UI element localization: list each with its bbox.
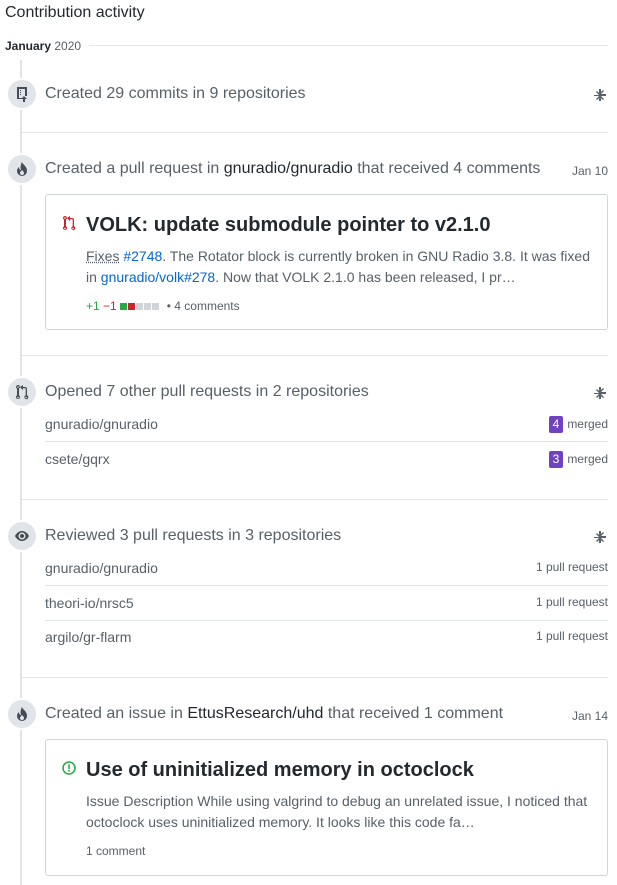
month-label: January 2020 <box>5 39 90 53</box>
merged-status: 3 merged <box>548 451 608 468</box>
flame-badge <box>6 698 38 730</box>
list-item: gnuradio/gnuradio 4 merged <box>45 407 608 442</box>
flame-icon <box>17 162 27 176</box>
pr-created-date: Jan 10 <box>571 164 608 178</box>
list-item: csete/gqrx 3 merged <box>45 442 608 476</box>
comments-count: 4 comments <box>174 299 240 313</box>
volk-reference-link[interactable]: gnuradio/volk#278 <box>101 269 215 285</box>
additions-count: +1 <box>86 299 100 313</box>
deletions-count: −1 <box>103 299 117 313</box>
repo-link[interactable]: csete/gqrx <box>45 451 110 467</box>
repo-push-badge <box>6 78 38 110</box>
section-divider <box>20 132 608 133</box>
review-count: 1 pull request <box>535 560 608 574</box>
fold-icon[interactable] <box>592 530 608 546</box>
git-pull-request-icon <box>16 385 29 400</box>
issue-date: Jan 14 <box>571 709 608 723</box>
issue-body: Issue Description While using valgrind t… <box>86 793 588 830</box>
commits-summary[interactable]: Created 29 commits in 9 repositories <box>45 85 306 103</box>
pr-created-repo-link[interactable]: gnuradio/gnuradio <box>224 160 353 177</box>
issue-opened-icon <box>62 761 76 775</box>
pull-request-badge <box>6 376 38 408</box>
pr-created-prefix: Created a pull request in <box>45 160 220 177</box>
month-name: January <box>5 39 52 53</box>
pull-request-card: VOLK: update submodule pointer to v2.1.0… <box>45 194 608 330</box>
issue-prefix: Created an issue in <box>45 705 183 722</box>
repo-link[interactable]: theori-io/nrsc5 <box>45 595 134 611</box>
merged-count: 4 <box>548 416 564 433</box>
merged-status: 4 merged <box>548 416 608 433</box>
pr-created-suffix: that received 4 comments <box>357 160 541 177</box>
flame-badge <box>6 153 38 185</box>
list-item: gnuradio/gnuradio 1 pull request <box>45 551 608 586</box>
issue-comments-count: 1 comment <box>86 844 146 858</box>
merged-count: 3 <box>548 451 564 468</box>
reviewed-summary[interactable]: Reviewed 3 pull requests in 3 repositori… <box>45 527 341 545</box>
repo-link[interactable]: argilo/gr-flarm <box>45 629 131 645</box>
review-count: 1 pull request <box>535 629 608 643</box>
eye-icon <box>15 531 29 541</box>
issue-repo-link[interactable]: EttusResearch/uhd <box>187 705 323 722</box>
pull-request-title[interactable]: VOLK: update submodule pointer to v2.1.0 <box>86 214 490 237</box>
month-year: 2020 <box>54 39 82 53</box>
section-divider <box>20 677 608 678</box>
list-item: argilo/gr-flarm 1 pull request <box>45 620 608 654</box>
body-text-continued: . Now that VOLK 2.1.0 has been released,… <box>215 269 516 285</box>
issue-card: Use of uninitialized memory in octoclock… <box>45 739 608 876</box>
repo-push-icon <box>17 87 27 102</box>
pr-opened-summary[interactable]: Opened 7 other pull requests in 2 reposi… <box>45 383 369 401</box>
repo-link[interactable]: gnuradio/gnuradio <box>45 560 158 576</box>
git-pull-request-icon <box>63 216 76 231</box>
contribution-activity-heading: Contribution activity <box>5 4 145 21</box>
merged-label: merged <box>567 417 608 431</box>
merged-label: merged <box>567 452 608 466</box>
list-item: theori-io/nrsc5 1 pull request <box>45 586 608 621</box>
pr-created-summary: Created a pull request in gnuradio/gnura… <box>45 160 540 178</box>
month-divider <box>5 45 608 46</box>
repo-link[interactable]: gnuradio/gnuradio <box>45 416 158 432</box>
section-divider <box>20 499 608 500</box>
flame-icon <box>17 707 27 721</box>
issue-summary: Created an issue in EttusResearch/uhd th… <box>45 705 503 723</box>
diffstat-bar <box>120 299 163 313</box>
review-count: 1 pull request <box>535 595 608 609</box>
issue-suffix: that received 1 comment <box>327 705 504 722</box>
fold-icon[interactable] <box>592 88 608 104</box>
pull-request-body: Fixes #2748. The Rotator block is curren… <box>86 246 596 288</box>
fixes-keyword: Fixes <box>86 248 120 264</box>
fold-icon[interactable] <box>592 386 608 402</box>
pull-request-meta: +1 −1 • 4 comments <box>86 299 240 313</box>
issue-title[interactable]: Use of uninitialized memory in octoclock <box>86 759 474 782</box>
eye-badge <box>6 520 38 552</box>
issue-reference-link[interactable]: #2748 <box>123 248 162 264</box>
section-divider <box>20 355 608 356</box>
